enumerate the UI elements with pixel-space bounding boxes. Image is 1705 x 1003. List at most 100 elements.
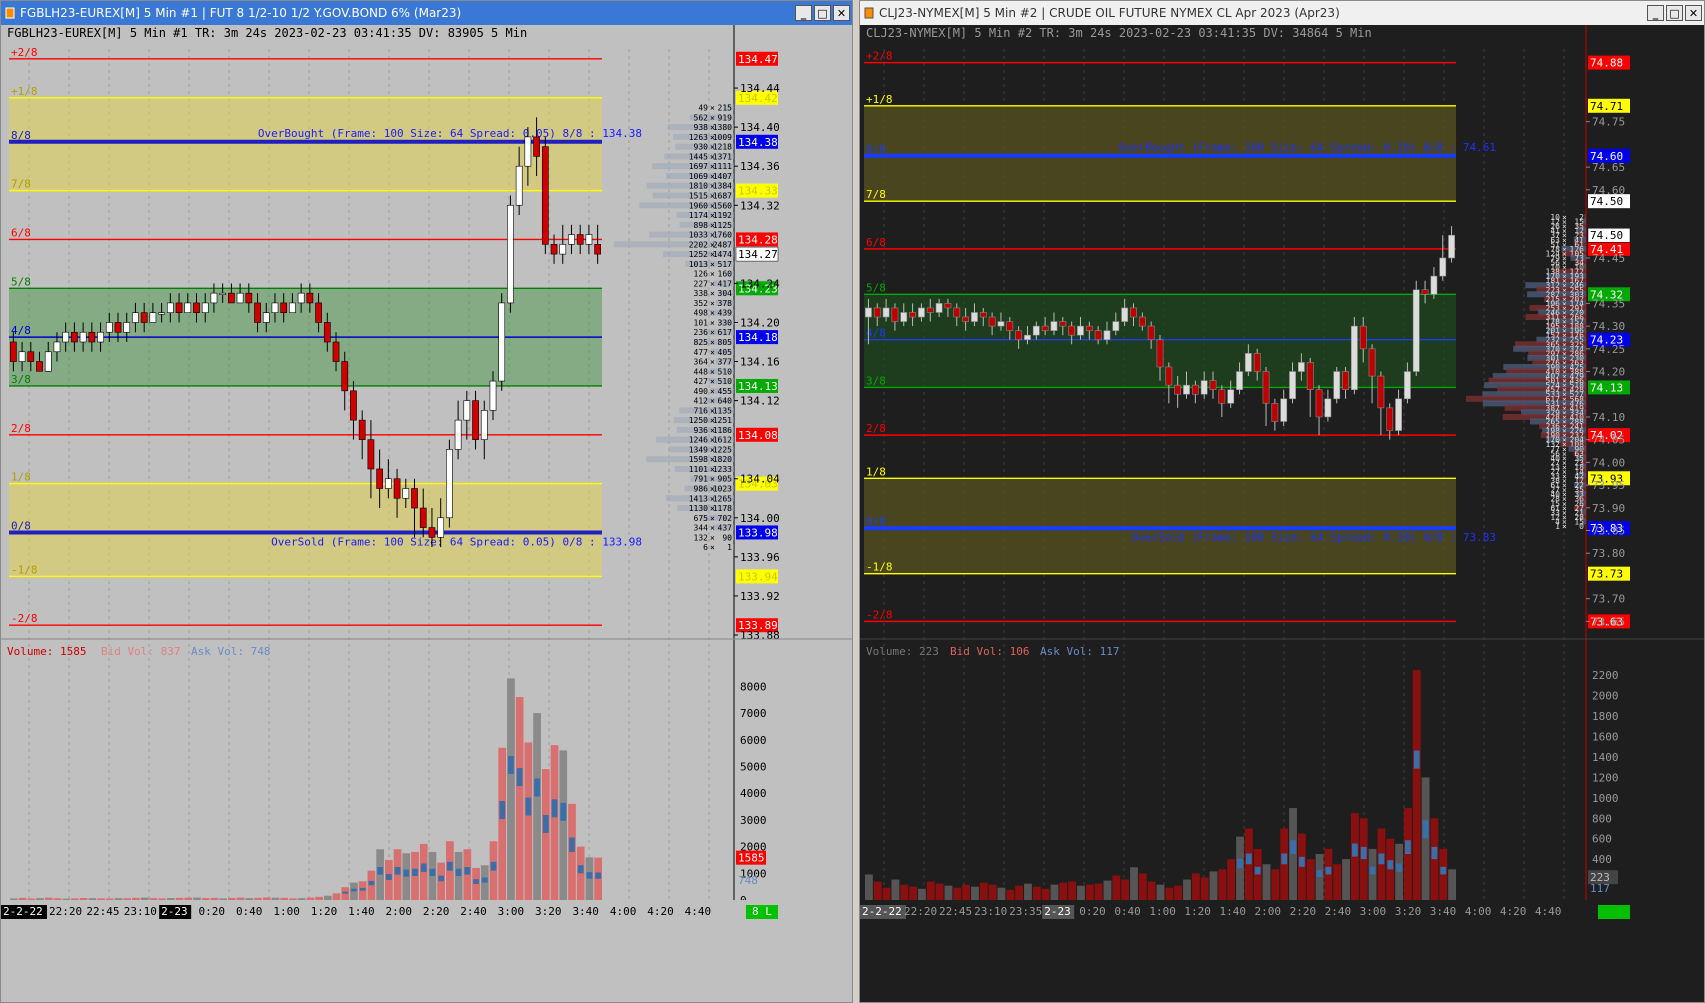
dom-ask-size: 1371 (713, 152, 732, 161)
volume-bar (918, 888, 926, 900)
time-axis-label: 1:00 (1149, 905, 1176, 918)
overbought-annotation: OverBought (Frame: 100 Size: 64 Spread: … (1119, 141, 1497, 154)
volume-delta-marker (508, 755, 514, 774)
window-title-bar[interactable]: CLJ23-NYMEX[M] 5 Min #2 | CRUDE OIL FUTU… (860, 1, 1704, 25)
volume-bar (515, 697, 524, 900)
candlestick (1183, 384, 1190, 395)
price-chart-area[interactable]: +2/8134.47+1/8134.428/8134.387/8134.336/… (1, 25, 853, 1003)
dom-separator: × (710, 475, 715, 484)
volume-bar (1253, 848, 1262, 900)
dom-bid-size: 344 (694, 524, 709, 533)
volume-bar (358, 881, 367, 900)
volume-bar (524, 742, 533, 900)
volume-bar (979, 882, 988, 900)
volume-bar (262, 897, 271, 900)
volume-bar (971, 886, 979, 900)
clj-chart-window[interactable]: CLJ23-NYMEX[M] 5 Min #2 | CRUDE OIL FUTU… (859, 0, 1705, 1003)
dom-bid-size: 675 (694, 514, 709, 523)
volume-delta-marker (595, 872, 601, 879)
candlestick (158, 312, 165, 315)
candlestick (1191, 384, 1199, 395)
price-chart-area[interactable]: +2/8 74.88 +1/8 74.71 8/8 74.60 7/8 74.50 6/8 74.… (860, 25, 1705, 1003)
dom-ask-size: 455 (718, 387, 733, 396)
candlestick (350, 390, 357, 421)
murrey-level-label: +1/8 (11, 85, 38, 98)
time-axis-label: 3:40 (1430, 905, 1457, 918)
murrey-level-label: -1/8 (866, 561, 893, 574)
dom-separator: × (710, 318, 715, 327)
dom-bid-size: 938 (694, 123, 709, 132)
candlestick (1359, 325, 1367, 350)
price-tag-label: 134.13 (738, 380, 778, 393)
dom-bid-size: 1413 (689, 494, 708, 503)
candlestick (1333, 371, 1341, 400)
volume-bar (882, 887, 891, 900)
dom-ask-size: 2487 (713, 240, 732, 249)
volume-bar (909, 886, 918, 900)
dom-separator: × (710, 377, 715, 386)
minimize-button[interactable]: _ (795, 5, 812, 21)
candlestick (149, 312, 157, 323)
volume-bar (228, 897, 236, 900)
price-tick-label: 134.04 (740, 473, 780, 486)
volume-bar (271, 897, 280, 900)
time-axis-label: 2-23 (1044, 905, 1071, 918)
maximize-button[interactable]: □ (1666, 5, 1683, 21)
candlestick (1094, 330, 1102, 341)
price-tag-label: 134.33 (738, 185, 778, 198)
volume-bar (988, 884, 997, 900)
close-button[interactable]: ✕ (1685, 5, 1702, 21)
volume-bar (533, 713, 541, 900)
candlestick (463, 400, 471, 421)
last-price-label: 134.27 (738, 248, 778, 261)
volume-bar (88, 898, 97, 900)
dom-bid-size: 936 (694, 426, 709, 435)
time-axis-label: 2:40 (1325, 905, 1352, 918)
dom-ask-size: 1265 (713, 494, 732, 503)
volume-delta-marker (438, 875, 445, 882)
volume-delta-marker (499, 801, 506, 820)
candlestick (1421, 289, 1429, 295)
window-title-bar[interactable]: FGBLH23-EUREX[M] 5 Min #1 | FUT 8 1/2-10… (1, 1, 852, 25)
volume-delta-marker (385, 873, 392, 880)
candlestick (533, 136, 540, 157)
candlestick (585, 234, 593, 245)
maximize-button[interactable]: □ (814, 5, 831, 21)
volume-bar (297, 898, 306, 900)
time-axis-label: 2-2-22 (862, 905, 902, 918)
murrey-level-label: 6/8 (866, 236, 886, 249)
murrey-level-label: 3/8 (866, 374, 886, 387)
time-axis-label: 2:20 (1290, 905, 1317, 918)
dom-bid-size: 1101 (689, 465, 708, 474)
volume-bar (997, 887, 1006, 900)
dom-bid-size: 1174 (689, 211, 708, 220)
price-tick-label: 73.95 (1592, 479, 1625, 492)
candlestick (210, 292, 218, 304)
candlestick (1280, 398, 1288, 422)
volume-delta-marker (577, 865, 584, 874)
candlestick (1412, 289, 1420, 372)
dom-ask-size: 510 (718, 367, 733, 376)
fgbl-chart-window[interactable]: FGBLH23-EUREX[M] 5 Min #1 | FUT 8 1/2-10… (0, 0, 853, 1003)
volume-bar (926, 881, 935, 900)
volume-bar (1174, 885, 1183, 900)
dom-bid-size: 49 (698, 104, 708, 113)
volume-delta-marker (534, 778, 540, 797)
volume-bar (149, 898, 158, 900)
dom-ask-size: 805 (718, 338, 733, 347)
dom-ask-size: 417 (718, 279, 733, 288)
volume-tick-label: 2200 (1592, 669, 1619, 682)
candlestick (228, 292, 235, 304)
dom-bid-size: 1250 (689, 416, 708, 425)
candlestick (254, 302, 261, 323)
candlestick (1006, 321, 1014, 331)
minimize-button[interactable]: _ (1647, 5, 1664, 21)
time-axis-label: 3:00 (1360, 905, 1387, 918)
volume-delta-marker (1298, 856, 1305, 867)
dom-separator: × (710, 543, 715, 552)
close-button[interactable]: ✕ (833, 5, 850, 21)
bid-volume-label: Bid Vol: 106 (950, 645, 1029, 658)
dom-ask-size: 517 (718, 260, 733, 269)
price-tick-label: 74.75 (1592, 116, 1625, 129)
candlestick (193, 302, 200, 313)
